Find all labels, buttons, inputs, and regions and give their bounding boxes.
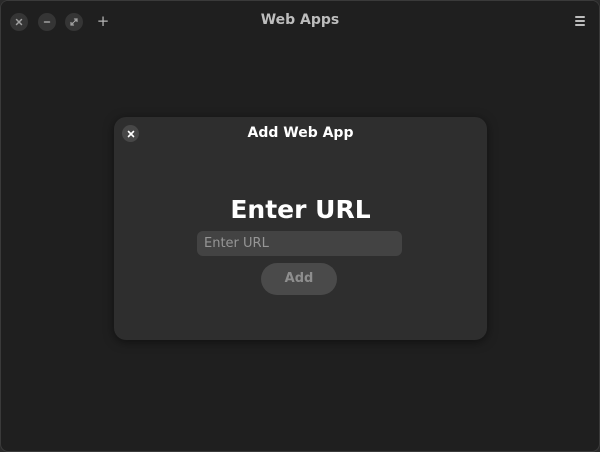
window-title: Web Apps <box>260 12 340 28</box>
main-menu-button[interactable] <box>572 13 588 29</box>
hamburger-menu-icon <box>572 16 588 26</box>
add-web-app-dialog: Add Web App Enter URL Add <box>114 117 487 340</box>
add-button[interactable]: Add <box>261 263 337 295</box>
app-window: + Web Apps Add Web App Enter URL Add <box>0 0 600 452</box>
dialog-title: Add Web App <box>247 125 354 141</box>
title-bar[interactable]: + Web Apps <box>1 1 599 41</box>
enter-url-heading: Enter URL <box>230 195 371 224</box>
url-input[interactable] <box>197 231 402 256</box>
